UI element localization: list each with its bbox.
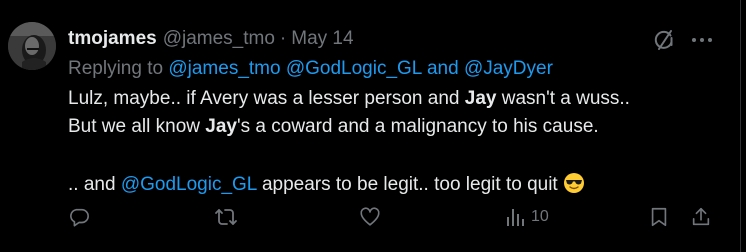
tweet-text-line-2: But we all know Jay's a coward and a mal… [68, 116, 599, 138]
post-date[interactable]: May 14 [291, 28, 353, 50]
tweet-text-line-1: Lulz, maybe.. if Avery was a lesser pers… [68, 88, 630, 110]
mention-james-tmo[interactable]: @james_tmo [168, 58, 280, 79]
views-count: 10 [531, 208, 549, 225]
author-name[interactable]: tmojames [68, 28, 157, 50]
mention-godlogic[interactable]: @GodLogic_GL [286, 58, 422, 79]
separator-dot: · [279, 28, 287, 49]
sunglasses-emoji-icon [563, 172, 585, 200]
like-button[interactable] [359, 206, 381, 228]
bookmark-icon [651, 207, 667, 227]
line2-bold: Jay [205, 116, 237, 137]
mention-conjunction[interactable]: and [427, 58, 459, 79]
share-button[interactable] [690, 206, 712, 228]
line3-before: .. and [68, 174, 121, 195]
line2-before: But we all know [68, 116, 206, 137]
line1-after: wasn't a wuss.. [496, 88, 630, 109]
reply-icon [70, 208, 89, 227]
tweet[interactable]: tmojames @james_tmo · May 14 Replying to… [0, 0, 746, 252]
line2-after: 's a coward and a malignancy to his caus… [237, 116, 599, 137]
tweet-header: tmojames @james_tmo · May 14 [68, 26, 354, 52]
repost-icon [215, 209, 237, 225]
tweet-text-line-3: .. and @GodLogic_GL appears to be legit.… [68, 172, 585, 200]
views-button[interactable]: 10 [505, 206, 549, 228]
line3-after: appears to be legit.. too legit to quit [256, 174, 558, 195]
mention-godlogic-inline[interactable]: @GodLogic_GL [121, 174, 257, 195]
share-icon [692, 207, 710, 226]
replying-to: Replying to @james_tmo @GodLogic_GL and … [68, 58, 553, 80]
mention-jaydyer[interactable]: @JayDyer [464, 58, 553, 79]
grok-icon[interactable] [652, 28, 676, 52]
like-icon [360, 207, 380, 226]
reply-button[interactable] [68, 206, 90, 228]
more-options-icon[interactable] [688, 28, 716, 52]
replying-prefix: Replying to [68, 58, 164, 79]
bookmark-button[interactable] [648, 206, 670, 228]
line1-before: Lulz, maybe.. if Avery was a lesser pers… [68, 88, 465, 109]
avatar[interactable] [8, 22, 56, 70]
column-border [740, 0, 741, 252]
repost-button[interactable] [214, 206, 238, 228]
line1-bold: Jay [464, 88, 497, 109]
views-icon [507, 209, 524, 226]
author-handle[interactable]: @james_tmo [163, 28, 275, 50]
